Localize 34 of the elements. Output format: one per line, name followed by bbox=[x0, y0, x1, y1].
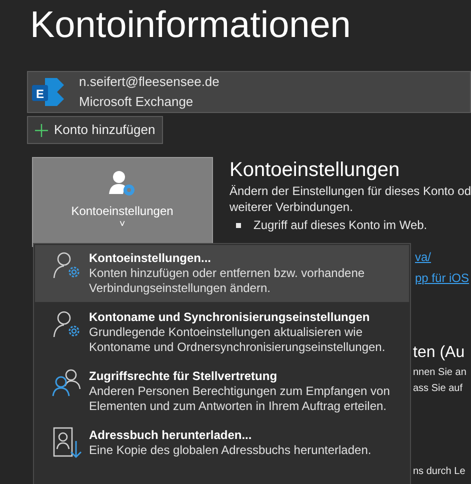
person-gear-icon bbox=[52, 309, 82, 339]
account-type: Microsoft Exchange bbox=[79, 93, 194, 111]
caret-icon: ˅ bbox=[119, 220, 126, 230]
menu-item-description: Eine Kopie des globalen Adressbuchs herunterladen. bbox=[89, 443, 372, 458]
menu-item-title: Adressbuch herunterladen... bbox=[89, 428, 253, 443]
bullet-icon bbox=[236, 222, 240, 228]
person-gear-icon bbox=[108, 170, 136, 198]
account-selector[interactable]: E n.seifert@fleesensee.de Microsoft Exchange bbox=[27, 71, 471, 113]
bullet-text: Zugriff auf dieses Konto im Web. bbox=[254, 217, 428, 233]
section-description: Ändern der Einstellungen für dieses Konto od bbox=[230, 183, 471, 199]
menu-item-title: Zugriffsrechte für Stellvertretung bbox=[89, 369, 278, 384]
section-description: ns durch Le bbox=[413, 465, 466, 479]
menu-item-title: Kontoeinstellungen... bbox=[89, 251, 212, 266]
plus-icon bbox=[35, 124, 48, 136]
section-heading: Kontoeinstellungen bbox=[230, 158, 401, 183]
section-heading: ten (Au bbox=[413, 343, 466, 363]
menu-item-description: Grundlegende Kontoeinstellungen aktualisieren wie Kontoname und Ordnersynchronisierungseinstellungen. bbox=[89, 325, 386, 355]
menu-item[interactable]: Kontoeinstellungen... Konten hinzufügen oder entfernen bzw. vorhandene Verbindungseinstellungen ändern. bbox=[35, 245, 409, 302]
account-settings-tile[interactable]: Kontoeinstellungen ˅ bbox=[32, 157, 212, 247]
person-gear-icon bbox=[52, 250, 82, 280]
section-description: weiterer Verbindungen. bbox=[230, 199, 354, 215]
account-email: n.seifert@fleesensee.de bbox=[79, 73, 220, 91]
menu-item-title: Kontoname und Synchronisierungseinstellungen bbox=[89, 310, 371, 325]
address-book-icon bbox=[52, 427, 82, 459]
exchange-logo: E bbox=[31, 77, 65, 107]
menu-item-description: Konten hinzufügen oder entfernen bzw. vorhandene Verbindungseinstellungen ändern. bbox=[89, 266, 366, 296]
section-description: nnen Sie an bbox=[413, 366, 468, 380]
link[interactable]: va/ bbox=[415, 247, 471, 268]
page-title: Kontoinformationen bbox=[30, 3, 352, 47]
people-icon bbox=[52, 368, 82, 398]
section-description: ass Sie auf bbox=[413, 382, 464, 396]
menu-item-description: Anderen Personen Berechtigungen zum Empfangen von Elementen und zum Antworten in Ihrem Auftrag erteilen. bbox=[89, 384, 391, 414]
link[interactable]: pp für iOS bbox=[415, 268, 471, 289]
add-account-button[interactable]: Konto hinzufügen bbox=[27, 116, 164, 144]
